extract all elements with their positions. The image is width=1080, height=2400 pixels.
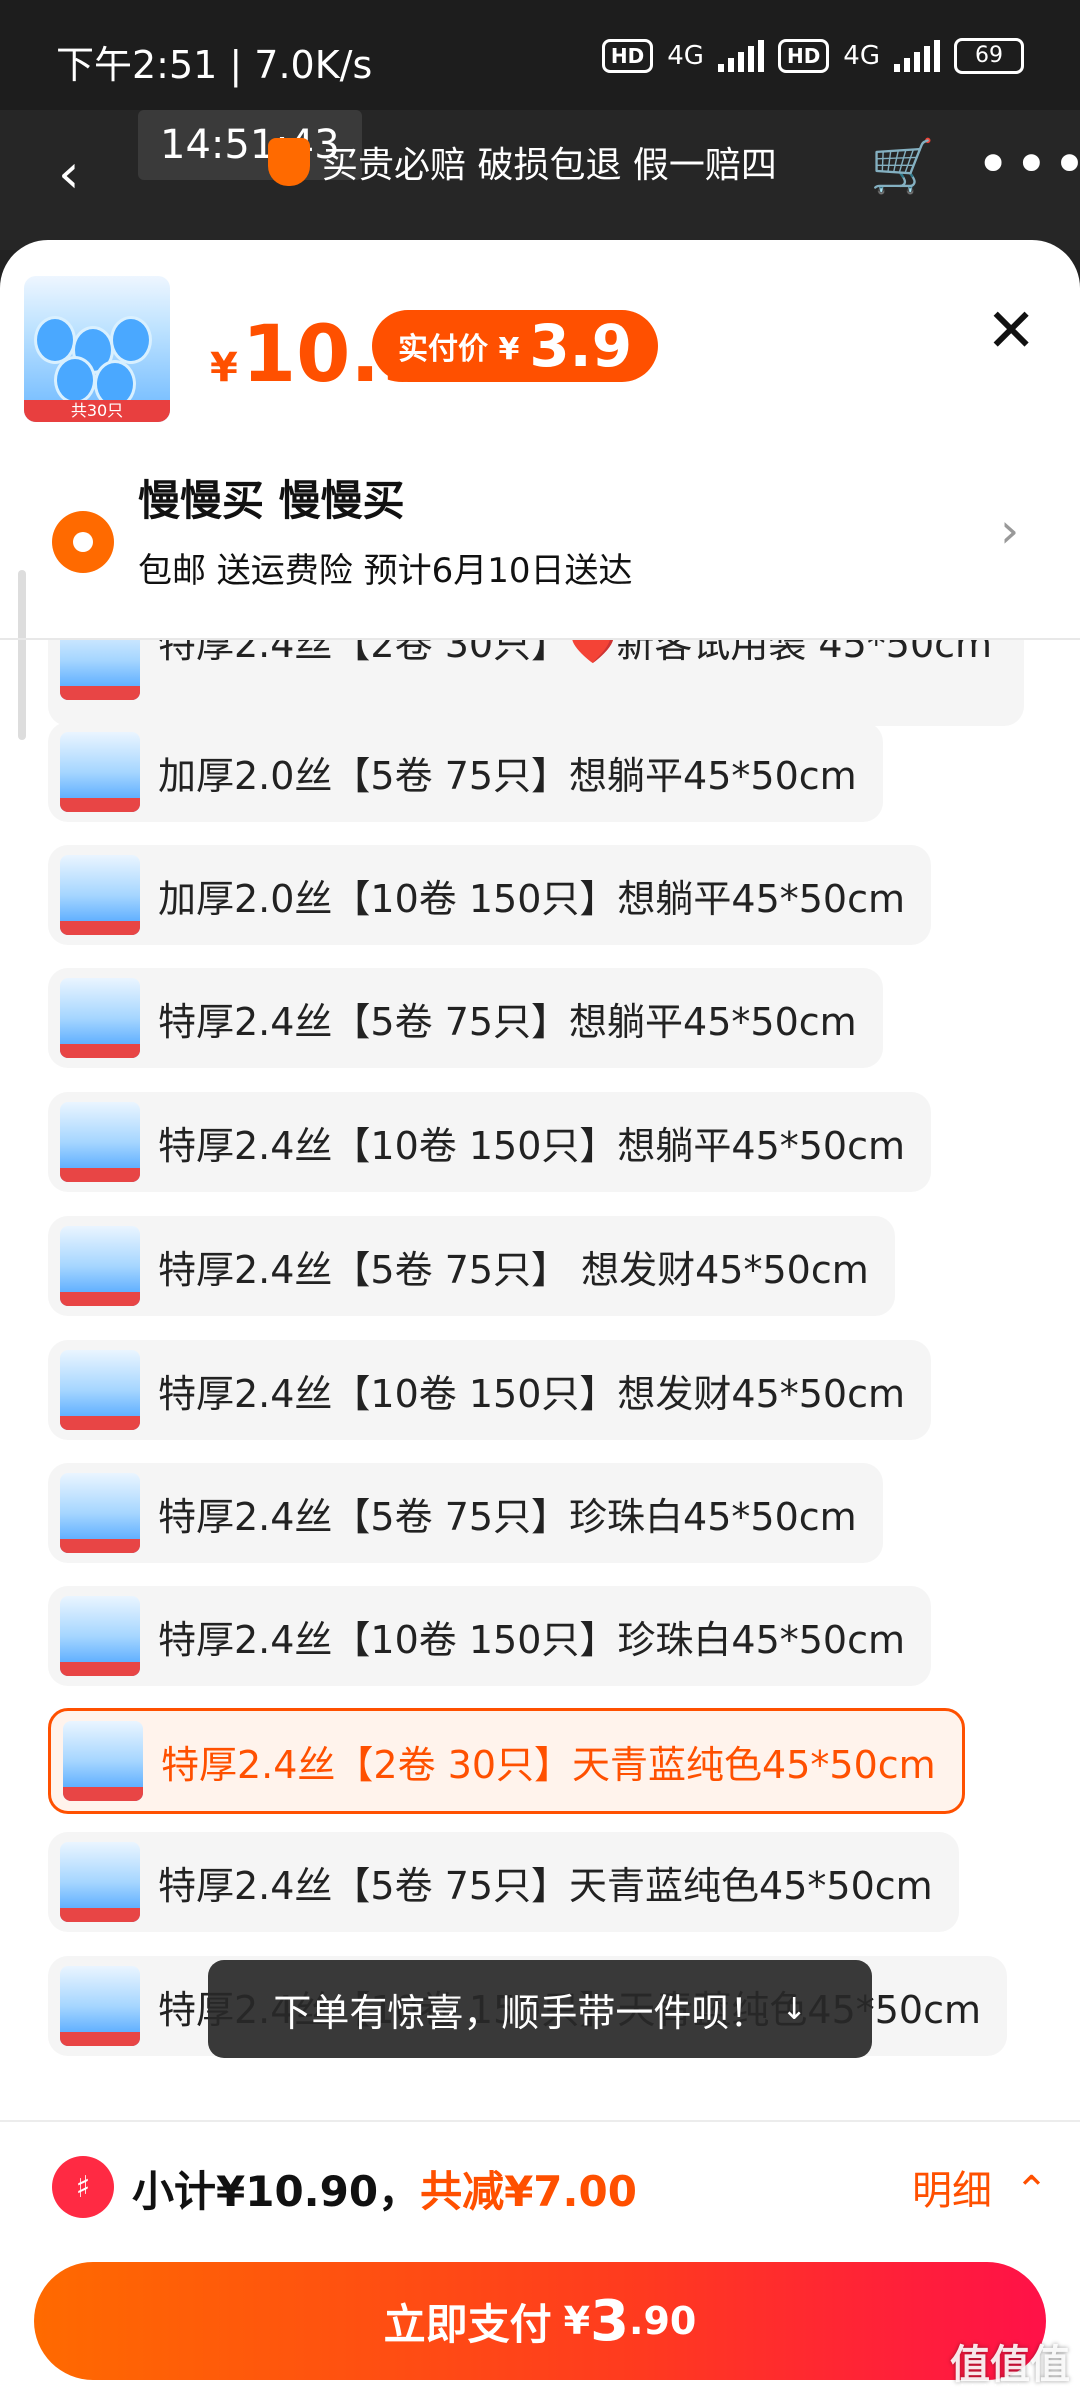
guarantee-banner: 买贵必赔 破损包退 假一赔四 xyxy=(268,136,777,188)
variant-option[interactable]: 加厚2.0丝【5卷 75只】想躺平45*50cm xyxy=(48,722,883,822)
network-type-2: 4G xyxy=(843,41,880,71)
checkout-bar: ♯ 小计¥10.90，共减¥7.00 明细 ⌃ 立即支付 ¥ 3 .90 xyxy=(0,2120,1080,2400)
pay-amount-dec: .90 xyxy=(629,2299,697,2343)
variant-label: 特厚2.4丝【5卷 75只】天青蓝纯色45*50cm xyxy=(158,1863,933,1908)
variant-option[interactable]: 特厚2.4丝【5卷 75只】想躺平45*50cm xyxy=(48,968,883,1068)
chevron-down-icon: ↓ xyxy=(781,1991,807,2027)
variant-label: 特厚2.4丝【10卷 150只】珍珠白45*50cm xyxy=(158,1617,906,1662)
variant-thumbnail xyxy=(60,1226,140,1306)
variant-thumbnail xyxy=(60,732,140,812)
variant-label: 特厚2.4丝【5卷 75只】想躺平45*50cm xyxy=(158,999,857,1044)
pay-now-button[interactable]: 立即支付 ¥ 3 .90 xyxy=(34,2262,1046,2380)
variant-option[interactable]: 特厚2.4丝【10卷 150只】想发财45*50cm xyxy=(48,1340,932,1440)
variant-option-selected[interactable]: 特厚2.4丝【2卷 30只】天青蓝纯色45*50cm xyxy=(48,1708,965,1814)
variant-option[interactable]: 特厚2.4丝【5卷 75只】珍珠白45*50cm xyxy=(48,1463,883,1563)
variant-thumbnail xyxy=(60,1473,140,1553)
variant-thumbnail xyxy=(60,978,140,1058)
pay-label: 立即支付 xyxy=(383,2299,552,2349)
variant-option[interactable]: 加厚2.0丝【10卷 150只】想躺平45*50cm xyxy=(48,845,932,945)
shield-icon xyxy=(268,138,310,186)
variant-thumbnail xyxy=(60,640,140,700)
variant-thumbnail xyxy=(60,1842,140,1922)
purchase-sheet: 共30只 ¥10.9 实付价 ¥ 3.9 ✕ 慢慢买 慢慢买 包邮 送运费险 预… xyxy=(0,240,1080,2400)
chevron-right-icon: › xyxy=(1000,503,1020,559)
variant-thumbnail xyxy=(60,1596,140,1676)
variant-label: 特厚2.4丝【2卷 30只】天青蓝纯色45*50cm xyxy=(161,1742,936,1787)
variant-thumbnail xyxy=(60,1966,140,2046)
variant-thumbnail xyxy=(63,1721,143,1801)
watermark-url: zhizhizhi.com xyxy=(951,2381,1060,2400)
variant-label: 加厚2.0丝【10卷 150只】想躺平45*50cm xyxy=(158,876,906,921)
pay-currency: ¥ xyxy=(563,2299,591,2343)
variant-label: 特厚2.4丝【2卷 30只】❤️新客试用装 45*50cm xyxy=(158,640,993,666)
variant-thumbnail xyxy=(60,1350,140,1430)
status-bar: 下午2:51 | 7.0K/s HD 4G HD 4G 69 xyxy=(0,0,1080,110)
location-pin-icon xyxy=(52,511,114,573)
status-time-speed: 下午2:51 | 7.0K/s xyxy=(56,43,373,87)
product-thumbnail[interactable]: 共30只 xyxy=(24,276,170,422)
variant-label: 特厚2.4丝【10卷 150只】想发财45*50cm xyxy=(158,1371,906,1416)
battery-icon: 69 xyxy=(954,38,1024,74)
actual-price-value: 3.9 xyxy=(529,312,633,380)
address-row[interactable]: 慢慢买 慢慢买 包邮 送运费险 预计6月10日送达 › xyxy=(0,455,1080,605)
back-arrow-icon[interactable]: ‹ xyxy=(58,142,80,205)
shipping-info: 包邮 送运费险 预计6月10日送达 xyxy=(138,551,633,591)
hd-badge-2: HD xyxy=(777,39,830,73)
hd-badge: HD xyxy=(601,39,654,73)
detail-toggle[interactable]: 明细 ⌃ xyxy=(912,2158,1048,2216)
variant-option[interactable]: 特厚2.4丝【2卷 30只】❤️新客试用装 45*50cm xyxy=(48,640,1024,726)
signal-icon xyxy=(717,40,764,72)
subtotal-text: 小计¥10.90，共减¥7.00 xyxy=(132,2167,637,2216)
coupon-icon: ♯ xyxy=(52,2156,114,2218)
address-title: 慢慢买 慢慢买 xyxy=(138,476,405,525)
signal-icon-2 xyxy=(894,40,940,72)
variant-label: 特厚2.4丝【10卷 150只】想躺平45*50cm xyxy=(158,1123,906,1168)
variant-label: 加厚2.0丝【5卷 75只】想躺平45*50cm xyxy=(158,753,857,798)
variant-option[interactable]: 特厚2.4丝【5卷 75只】 想发财45*50cm xyxy=(48,1216,895,1316)
app-bar: ‹ 14:51:43 买贵必赔 破损包退 假一赔四 🛒 ••• xyxy=(0,110,1080,250)
thumb-count-tag: 共30只 xyxy=(24,400,170,422)
pay-amount-int: 3 xyxy=(590,2288,630,2354)
actual-price-badge: 实付价 ¥ 3.9 xyxy=(372,310,659,382)
more-icon[interactable]: ••• xyxy=(976,130,1080,198)
variant-label: 特厚2.4丝【5卷 75只】 想发财45*50cm xyxy=(158,1247,869,1292)
actual-price-label: 实付价 ¥ xyxy=(398,332,520,367)
price-currency: ¥ xyxy=(210,345,238,391)
variant-option[interactable]: 特厚2.4丝【5卷 75只】天青蓝纯色45*50cm xyxy=(48,1832,959,1932)
discount-text: 共减¥7.00 xyxy=(420,2167,637,2216)
variant-option[interactable]: 特厚2.4丝【10卷 150只】珍珠白45*50cm xyxy=(48,1586,932,1686)
variant-label: 特厚2.4丝【5卷 75只】珍珠白45*50cm xyxy=(158,1494,857,1539)
cart-icon[interactable]: 🛒 xyxy=(870,136,935,197)
chevron-up-icon: ⌃ xyxy=(1014,2168,1049,2214)
variant-option[interactable]: 特厚2.4丝【10卷 150只】想躺平45*50cm xyxy=(48,1092,932,1192)
close-icon[interactable]: ✕ xyxy=(986,296,1036,366)
network-type: 4G xyxy=(667,41,704,71)
guarantee-text: 买贵必赔 破损包退 假一赔四 xyxy=(322,145,777,186)
variant-thumbnail xyxy=(60,1102,140,1182)
status-icons: HD 4G HD 4G 69 xyxy=(601,38,1024,74)
toast-message: 下单有惊喜，顺手带一件呗！ ↓ xyxy=(208,1960,872,2058)
variant-thumbnail xyxy=(60,855,140,935)
variant-list: 特厚2.4丝【2卷 30只】❤️新客试用装 45*50cm 加厚2.0丝【5卷 … xyxy=(0,640,1080,2352)
